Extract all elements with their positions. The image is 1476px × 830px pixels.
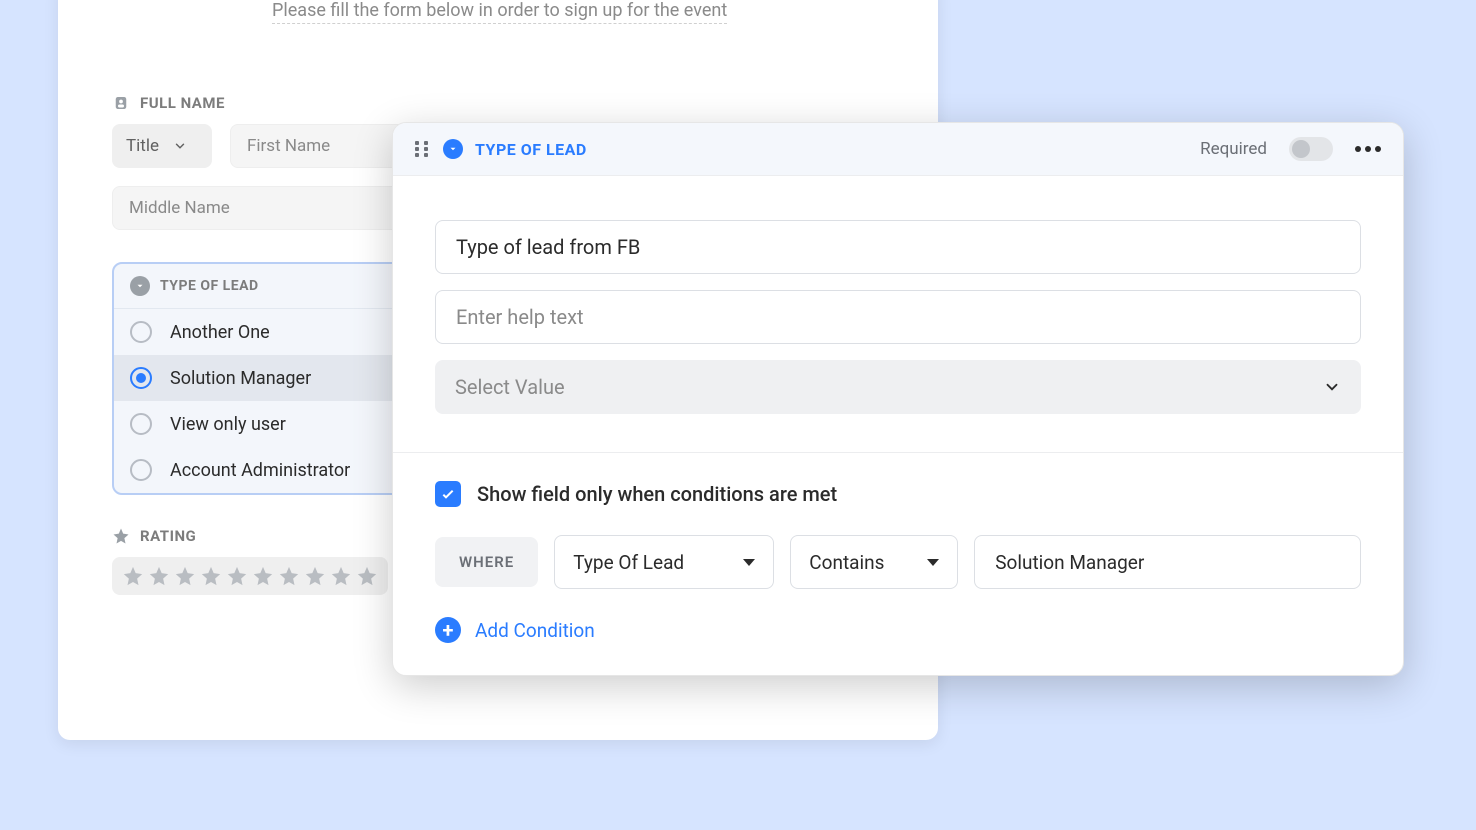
where-badge: WHERE xyxy=(435,537,538,587)
conditions-checkbox-row[interactable]: Show field only when conditions are met xyxy=(435,481,1361,507)
where-field-label: Type Of Lead xyxy=(573,551,684,574)
star-icon xyxy=(356,565,378,587)
star-icon xyxy=(112,527,130,545)
required-label: Required xyxy=(1200,139,1267,159)
star-icon xyxy=(330,565,352,587)
radio-label: Solution Manager xyxy=(170,368,311,389)
radio-icon xyxy=(130,367,152,389)
star-icon xyxy=(174,565,196,587)
editor-title: TYPE OF LEAD xyxy=(475,140,587,159)
rating-label: RATING xyxy=(140,527,196,545)
drag-handle-icon[interactable] xyxy=(415,141,431,157)
field-editor-popover: TYPE OF LEAD Required Select Value xyxy=(392,122,1404,676)
full-name-header: FULL NAME xyxy=(112,94,884,112)
star-icon xyxy=(304,565,326,587)
type-of-lead-label: TYPE OF LEAD xyxy=(160,278,259,294)
where-operator-select[interactable]: Contains xyxy=(790,535,958,589)
add-condition-label: Add Condition xyxy=(475,619,595,642)
radio-icon xyxy=(130,413,152,435)
condition-row: WHERE Type Of Lead Contains xyxy=(435,535,1361,589)
star-icon xyxy=(148,565,170,587)
caret-down-icon xyxy=(927,559,939,566)
select-value-placeholder: Select Value xyxy=(455,375,565,399)
chevron-circle-icon xyxy=(443,139,463,159)
conditions-label: Show field only when conditions are met xyxy=(477,482,837,506)
chevron-circle-icon xyxy=(130,276,150,296)
checkbox-checked-icon xyxy=(435,481,461,507)
select-value-dropdown[interactable]: Select Value xyxy=(435,360,1361,414)
person-icon xyxy=(112,94,130,112)
caret-down-icon xyxy=(743,559,755,566)
rating-stars[interactable] xyxy=(112,557,388,595)
where-operator-label: Contains xyxy=(809,551,884,574)
star-icon xyxy=(122,565,144,587)
radio-label: Account Administrator xyxy=(170,460,350,481)
where-field-select[interactable]: Type Of Lead xyxy=(554,535,774,589)
star-icon xyxy=(252,565,274,587)
title-select-label: Title xyxy=(126,136,159,156)
required-toggle[interactable] xyxy=(1289,137,1333,161)
editor-body: Select Value Show field only when condit… xyxy=(393,176,1403,675)
star-icon xyxy=(200,565,222,587)
chevron-down-icon xyxy=(173,139,187,153)
more-menu-icon[interactable] xyxy=(1355,146,1381,152)
editor-header: TYPE OF LEAD Required xyxy=(393,123,1403,176)
chevron-down-icon xyxy=(1323,378,1341,396)
star-icon xyxy=(226,565,248,587)
plus-circle-icon: + xyxy=(435,617,461,643)
where-value-input[interactable] xyxy=(974,535,1361,589)
form-subtitle: Please fill the form below in order to s… xyxy=(272,0,727,24)
radio-icon xyxy=(130,321,152,343)
radio-label: Another One xyxy=(170,322,270,343)
full-name-label: FULL NAME xyxy=(140,94,225,112)
radio-icon xyxy=(130,459,152,481)
divider xyxy=(393,452,1403,453)
title-select[interactable]: Title xyxy=(112,124,212,168)
help-text-input[interactable] xyxy=(435,290,1361,344)
radio-label: View only user xyxy=(170,414,286,435)
star-icon xyxy=(278,565,300,587)
display-name-input[interactable] xyxy=(435,220,1361,274)
add-condition-button[interactable]: + Add Condition xyxy=(435,617,1361,643)
